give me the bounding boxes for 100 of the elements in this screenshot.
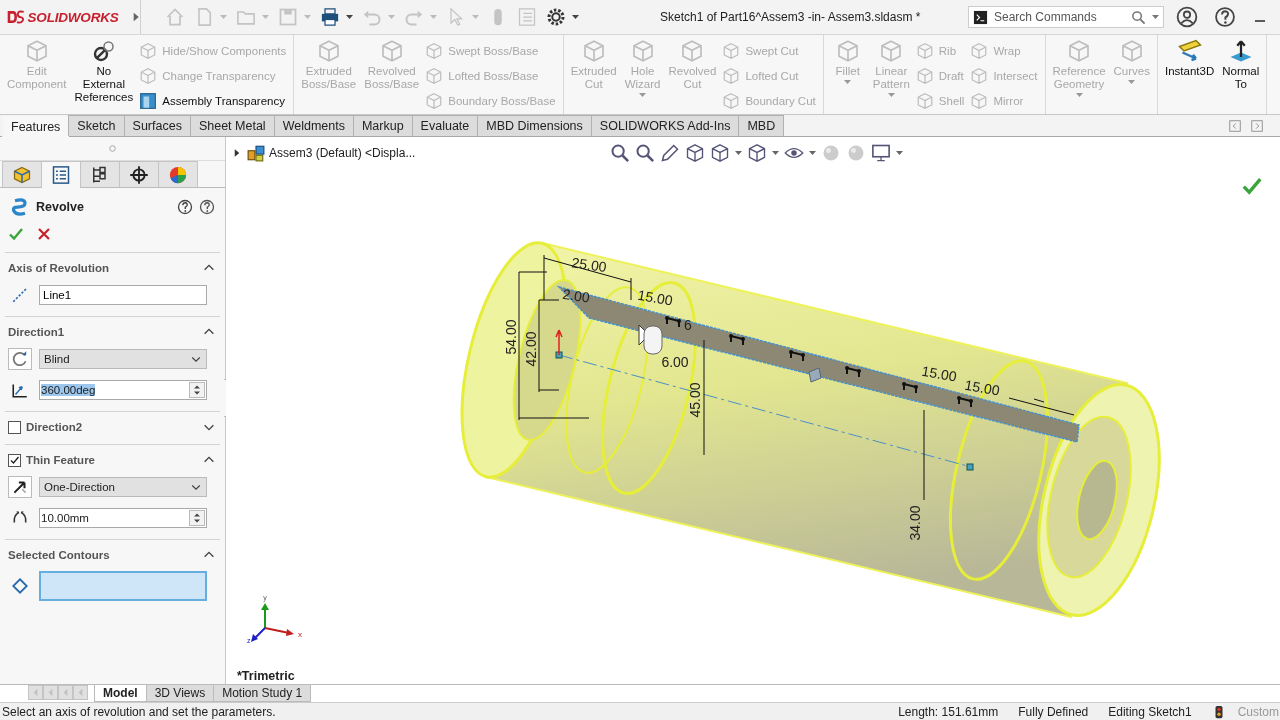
axis-label: x (298, 630, 302, 639)
search-icon[interactable] (1131, 9, 1146, 25)
cube-icon (1067, 39, 1092, 63)
settings-icon[interactable] (546, 7, 566, 27)
caret-icon[interactable] (735, 150, 742, 156)
close-icon[interactable] (36, 226, 52, 242)
view-tab[interactable]: Motion Study 1 (213, 685, 312, 702)
section-title[interactable]: Direction1 (8, 326, 65, 338)
panel-tab[interactable] (80, 161, 120, 187)
ribbon-button[interactable]: Assembly Transparency (139, 89, 290, 113)
dimension-label[interactable]: 34.00 (906, 505, 923, 541)
help-icon[interactable] (177, 199, 193, 215)
command-tab[interactable]: MBD Dimensions (477, 115, 592, 136)
caret-icon[interactable] (772, 150, 779, 156)
command-tab[interactable]: Features (2, 115, 70, 137)
caret-icon[interactable] (346, 14, 353, 20)
section-title[interactable]: Selected Contours (8, 549, 110, 561)
logo-icon (6, 8, 25, 26)
checkbox[interactable] (8, 420, 21, 434)
tree-item[interactable]: Assem3 (Default) <Displa... (269, 146, 416, 160)
command-tab[interactable]: Weldments (273, 115, 354, 136)
magnifier-icon[interactable] (635, 143, 655, 163)
dropdown[interactable]: Blind (39, 349, 207, 369)
panel-tab[interactable] (41, 161, 81, 188)
ribbon-button[interactable]: No External References (71, 39, 137, 114)
dimension-label[interactable]: 42.00 (522, 331, 539, 367)
document-title: Sketch1 of Part16^Assem3 -in- Assem3.sldasm * (660, 10, 922, 24)
number-field[interactable]: 10.00mm (39, 508, 207, 528)
grip-icon[interactable] (109, 145, 116, 152)
checkmark-icon[interactable] (8, 226, 24, 242)
panel-icon (139, 92, 158, 110)
text-field[interactable]: Line1 (39, 285, 207, 305)
cube-icon (379, 39, 404, 63)
dropdown[interactable]: One-Direction (39, 477, 207, 497)
cube-icon (722, 42, 741, 60)
app-logo: SOLIDWORKS (27, 9, 119, 25)
command-tab[interactable]: Sketch (68, 115, 125, 136)
cube-icon[interactable] (710, 143, 730, 163)
cube-icon (970, 92, 989, 110)
number-field[interactable]: 360.00deg (39, 380, 207, 400)
ribbon-button[interactable]: Instant3D (1162, 39, 1218, 114)
view-name: *Trimetric (237, 669, 295, 683)
user-icon[interactable] (1176, 6, 1198, 28)
checkmark-icon[interactable] (1241, 175, 1263, 197)
printer-icon[interactable] (320, 7, 340, 27)
dimension-label[interactable]: 15.00 (963, 376, 1001, 399)
command-tab[interactable]: Evaluate (411, 115, 479, 136)
dashed-line-icon (11, 286, 29, 304)
spinner-icon[interactable] (189, 510, 205, 526)
section-title[interactable]: Axis of Revolution (8, 262, 109, 274)
pencil-icon[interactable] (660, 143, 680, 163)
rotate-icon[interactable] (11, 350, 29, 368)
ruler-icon (1177, 39, 1202, 63)
view-tab[interactable]: 3D Views (145, 685, 215, 702)
status-item: Fully Defined (1018, 704, 1089, 719)
help-icon[interactable] (1214, 6, 1236, 28)
monitor-icon[interactable] (871, 143, 891, 163)
axis-triad-icon (251, 603, 294, 642)
panel-tab[interactable] (119, 161, 159, 187)
cube-icon[interactable] (747, 143, 767, 163)
dimension-label[interactable]: 2.00 (561, 285, 591, 306)
panel-title: Revolve (36, 200, 84, 214)
dimension-label[interactable]: 6.00 (661, 353, 689, 370)
caret-icon[interactable] (1152, 14, 1159, 20)
magnifier-icon[interactable] (610, 143, 630, 163)
status-item: Editing Sketch1 (1108, 704, 1192, 719)
caret-icon[interactable] (809, 150, 816, 156)
cube-icon[interactable] (685, 143, 705, 163)
caret-icon[interactable] (896, 150, 903, 156)
checkbox[interactable] (8, 453, 21, 467)
prohibited-icon (91, 39, 116, 63)
dimension-label[interactable]: 45.00 (686, 382, 703, 418)
dimension-label[interactable]: 15.00 (636, 286, 674, 309)
section-title[interactable]: Direction2 (26, 421, 83, 433)
angle-icon (11, 381, 29, 399)
help-icon[interactable] (199, 199, 215, 215)
terminal-icon (973, 9, 988, 25)
view-tab[interactable]: Model (94, 685, 147, 702)
command-tab[interactable]: Surfaces (123, 115, 191, 136)
cube-icon (581, 39, 606, 63)
search-field[interactable]: Search Commands (968, 6, 1164, 28)
spinner-icon[interactable] (189, 382, 205, 398)
cube-icon (722, 92, 741, 110)
ribbon-button[interactable]: Normal To (1219, 39, 1263, 114)
command-tab[interactable]: Sheet Metal (189, 115, 275, 136)
cube-icon (12, 164, 32, 185)
dimension-label[interactable]: 6 (684, 316, 692, 333)
section-title[interactable]: Thin Feature (26, 454, 95, 466)
cube-icon (316, 39, 341, 63)
arrow-icon[interactable] (11, 478, 29, 496)
cube-icon (1119, 39, 1144, 63)
caret-icon[interactable] (572, 14, 579, 20)
command-tab[interactable]: MBD (738, 115, 785, 136)
color-wheel-icon (168, 164, 188, 185)
dimension-label[interactable]: 25.00 (570, 254, 608, 276)
command-tab[interactable]: SOLIDWORKS Add-Ins (590, 115, 740, 136)
dimension-label[interactable]: 54.00 (502, 319, 519, 355)
command-tab[interactable]: Markup (352, 115, 413, 136)
crosshair-icon (129, 164, 149, 185)
dimension-label[interactable]: 15.00 (920, 362, 958, 385)
